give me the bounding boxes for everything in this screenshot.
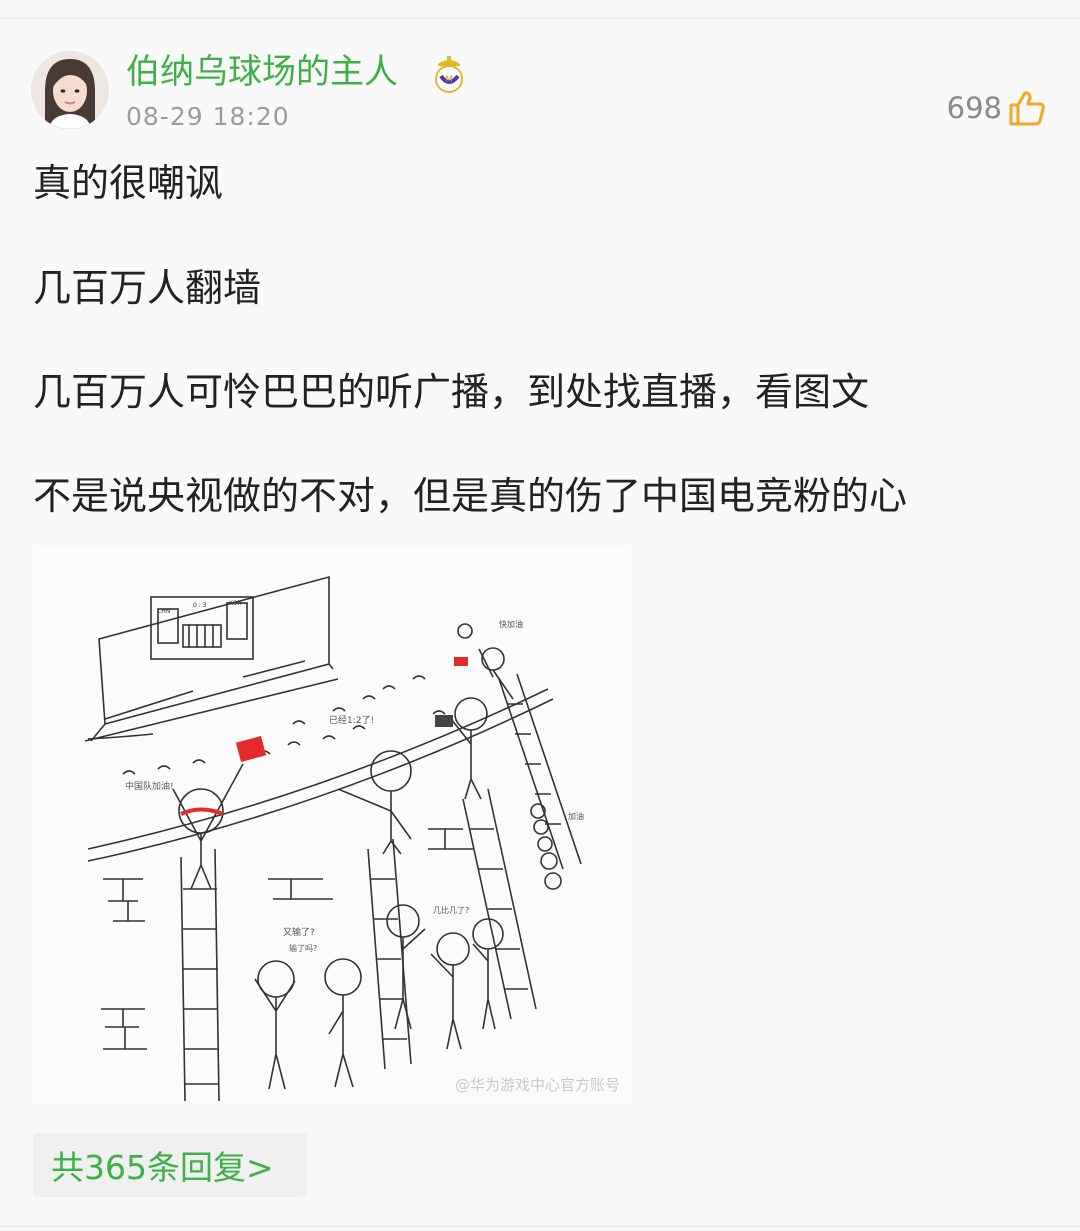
post-paragraph: 几百万人可怜巴巴的听广播，到处找直播，看图文 [33,370,870,414]
top-divider [0,18,1080,19]
real-madrid-crest-icon: M [432,54,466,94]
speech-bubble: 中国队加油! [125,780,174,792]
post-time: 08-29 18:20 [126,102,290,131]
thumbs-up-icon [1009,91,1045,126]
screen-team-left: CHN [157,608,170,615]
speech-bubble: 几比几了? [433,905,469,915]
post-paragraph: 不是说央视做的不对，但是真的伤了中国电竞粉的心 [33,474,908,518]
svg-text:M: M [445,75,453,85]
post-paragraph: 真的很嘲讽 [33,161,224,205]
view-replies-button[interactable]: 共365条回复> [33,1133,307,1197]
username[interactable]: 伯纳乌球场的主人 [126,48,398,96]
image-watermark: @华为游戏中心官方账号 [455,1076,621,1094]
speech-bubble: 快加油 [499,619,523,629]
speech-bubble: 已经1:2了! [329,714,374,726]
speech-bubble: 加油 [568,811,584,821]
like-button[interactable]: 698 [947,88,1046,128]
speech-bubble: 又输了? [283,926,315,938]
bottom-divider [0,1226,1080,1227]
screen-score: 0 : 3 [193,602,207,609]
post-paragraph: 几百万人翻墙 [33,266,262,310]
screen-team-right: KOR [229,600,242,607]
speech-bubble: 输了吗? [289,943,317,953]
post-image[interactable]: 中国队加油! 又输了? 已经1:2了! 快加油 几比几了? 加油 输了吗? CH… [33,549,631,1101]
like-count: 698 [946,91,1002,125]
user-avatar[interactable] [31,51,109,129]
